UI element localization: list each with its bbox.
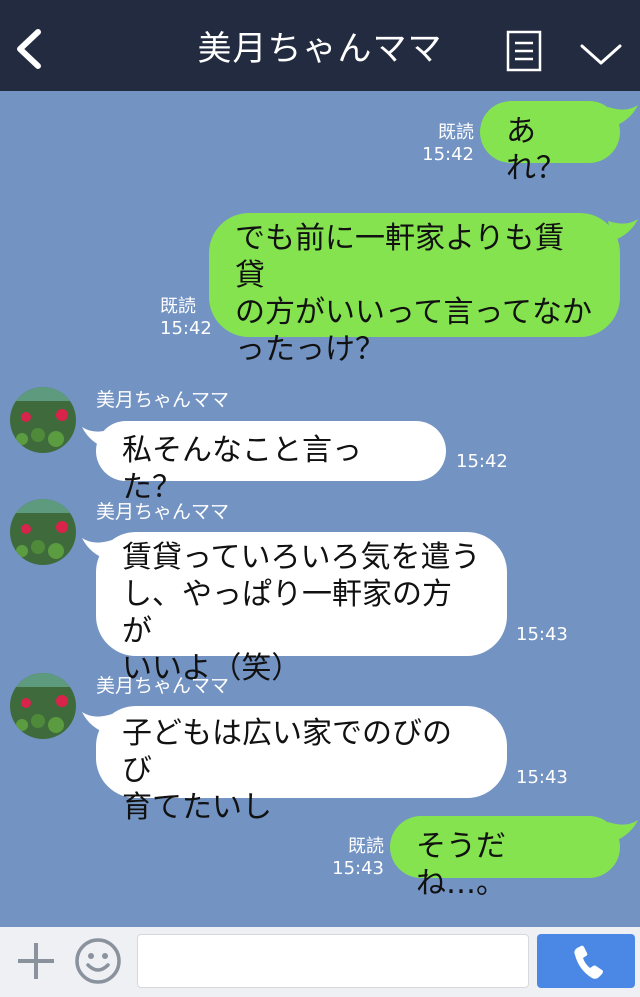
message-bubble-sent[interactable]: あれ？	[480, 101, 620, 186]
avatar-image	[10, 673, 76, 739]
call-button[interactable]	[537, 934, 635, 988]
message-time: 15:43	[332, 858, 384, 879]
message-bubble-sent[interactable]: でも前に一軒家よりも賃貸 の方がいいって言ってなか ったっけ？	[209, 213, 620, 367]
avatar-image	[10, 387, 76, 453]
avatar-image	[10, 499, 76, 565]
message-text: の方がいいって言ってなか	[235, 295, 592, 330]
input-bar	[0, 927, 640, 997]
chat-header: 美月ちゃんママ	[0, 0, 640, 91]
message-text: 子どもは広い家でのびのび	[122, 716, 452, 788]
message-time: 15:43	[516, 624, 568, 645]
sender-name: 美月ちゃんママ	[96, 389, 230, 411]
message-bubble-received[interactable]: 賃貸っていろいろ気を遣う し、やっぱり一軒家の方が いいよ（笑）	[96, 532, 507, 686]
list-icon[interactable]	[506, 30, 542, 72]
message-bubble-sent[interactable]: そうだね…。	[390, 816, 620, 901]
read-receipt: 既読	[348, 836, 384, 857]
message-meta: 既読 15:42	[400, 122, 474, 166]
message-time: 15:42	[160, 318, 212, 339]
message-text: でも前に一軒家よりも賃貸	[235, 221, 565, 293]
read-receipt: 既読	[438, 122, 474, 143]
avatar[interactable]	[10, 673, 76, 739]
avatar[interactable]	[10, 499, 76, 565]
message-bubble-received[interactable]: 子どもは広い家でのびのび 育てたいし	[96, 706, 507, 825]
bubble-tail	[608, 219, 638, 241]
plus-icon[interactable]	[14, 939, 58, 983]
chat-area[interactable]: 既読 15:42 あれ？ 既読 15:42 でも前に一軒家よりも賃貸 の方がいい…	[0, 91, 640, 927]
message-time: 15:42	[456, 451, 508, 472]
message-text: 私そんなこと言った？	[122, 433, 362, 505]
sender-name: 美月ちゃんママ	[96, 501, 230, 523]
chat-title: 美月ちゃんママ	[197, 29, 443, 69]
phone-icon	[574, 945, 603, 979]
smiley-icon[interactable]	[73, 936, 123, 986]
message-time: 15:42	[422, 144, 474, 165]
message-text: そうだね…。	[416, 829, 506, 901]
message-text: 賃貸っていろいろ気を遣う	[122, 540, 481, 575]
message-text: あれ？	[506, 114, 566, 186]
message-text: し、やっぱり一軒家の方が	[122, 577, 452, 649]
message-bubble-received[interactable]: 私そんなこと言った？	[96, 421, 446, 505]
bubble-tail	[608, 820, 638, 842]
sender-name: 美月ちゃんママ	[96, 675, 230, 697]
message-text: ったっけ？	[235, 332, 385, 367]
message-time: 15:43	[516, 767, 568, 788]
bubble-tail	[608, 105, 638, 127]
avatar[interactable]	[10, 387, 76, 453]
chevron-down-icon[interactable]	[578, 36, 624, 70]
message-input[interactable]	[137, 934, 529, 988]
chevron-left-icon[interactable]	[10, 26, 50, 72]
message-meta: 既読 15:43	[320, 836, 384, 880]
